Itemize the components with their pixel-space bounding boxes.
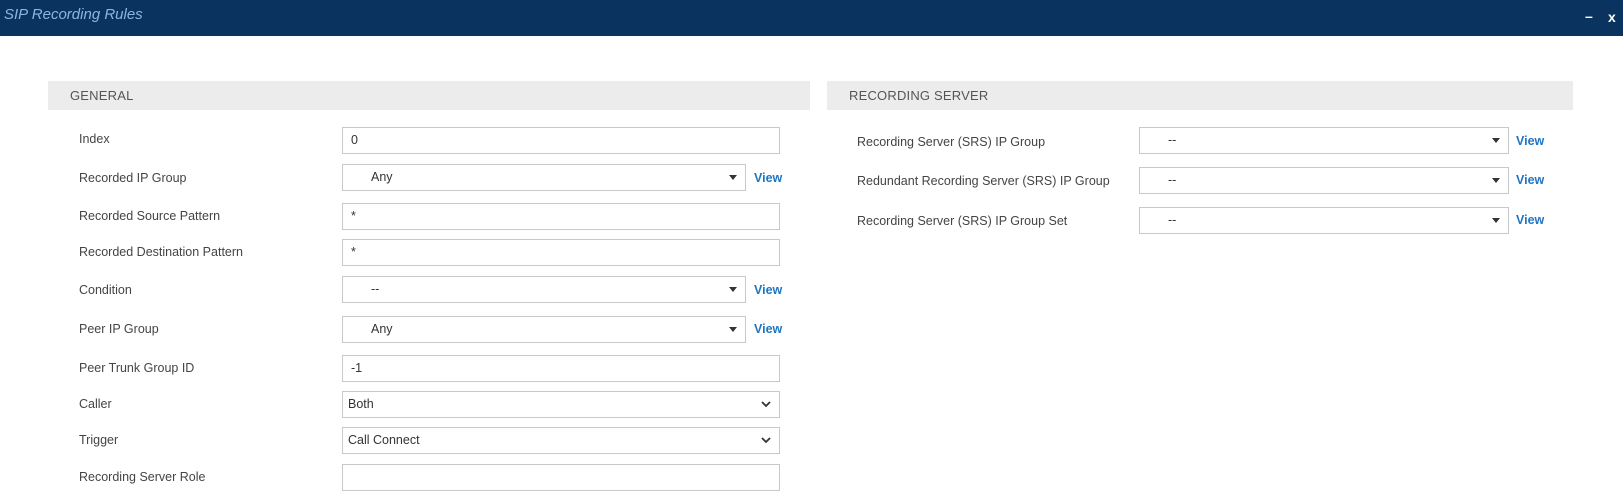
srs-ip-group-set-view-link[interactable]: View xyxy=(1516,213,1544,227)
minimize-button[interactable]: – xyxy=(1585,8,1593,24)
index-input[interactable]: 0 xyxy=(342,127,780,154)
peer-trunk-group-id-input[interactable]: -1 xyxy=(342,355,780,382)
general-section-header: GENERAL xyxy=(48,81,810,110)
condition-label: Condition xyxy=(79,283,132,297)
trigger-value: Call Connect xyxy=(348,433,420,447)
recorded-ip-group-value: Any xyxy=(371,170,393,184)
trigger-label: Trigger xyxy=(79,433,119,447)
recorded-source-pattern-value: * xyxy=(351,209,356,223)
peer-ip-group-label: Peer IP Group xyxy=(79,322,159,336)
window-titlebar: SIP Recording Rules – x xyxy=(0,0,1623,36)
caret-down-icon xyxy=(729,287,737,292)
caller-label: Caller xyxy=(79,397,112,411)
window-title: SIP Recording Rules xyxy=(4,6,143,23)
recorded-ip-group-view-link[interactable]: View xyxy=(754,171,782,185)
condition-dropdown[interactable]: -- xyxy=(342,276,746,303)
recorded-source-pattern-input[interactable]: * xyxy=(342,203,780,230)
srs-ip-group-label: Recording Server (SRS) IP Group xyxy=(857,135,1046,149)
chevron-down-icon xyxy=(761,401,771,408)
condition-view-link[interactable]: View xyxy=(754,283,782,297)
srs-ip-group-value: -- xyxy=(1168,133,1177,147)
caret-down-icon xyxy=(1492,178,1500,183)
redundant-srs-ip-group-value: -- xyxy=(1168,173,1177,187)
caller-select[interactable]: Both xyxy=(342,391,780,418)
recording-server-role-label: Recording Server Role xyxy=(79,470,206,484)
recording-server-section-header: RECORDING SERVER xyxy=(827,81,1573,110)
srs-ip-group-set-label: Recording Server (SRS) IP Group Set xyxy=(857,214,1068,228)
recorded-destination-pattern-input[interactable]: * xyxy=(342,239,780,266)
condition-value: -- xyxy=(371,282,380,296)
close-button[interactable]: x xyxy=(1608,9,1616,25)
caller-value: Both xyxy=(348,397,374,411)
caret-down-icon xyxy=(729,175,737,180)
srs-ip-group-set-value: -- xyxy=(1168,213,1177,227)
recorded-source-pattern-label: Recorded Source Pattern xyxy=(79,209,221,223)
peer-ip-group-value: Any xyxy=(371,322,393,336)
peer-ip-group-view-link[interactable]: View xyxy=(754,322,782,336)
redundant-srs-ip-group-view-link[interactable]: View xyxy=(1516,173,1544,187)
redundant-srs-ip-group-dropdown[interactable]: -- xyxy=(1139,167,1509,194)
peer-trunk-group-id-label: Peer Trunk Group ID xyxy=(79,361,195,375)
caret-down-icon xyxy=(1492,138,1500,143)
recorded-destination-pattern-value: * xyxy=(351,245,356,259)
caret-down-icon xyxy=(729,327,737,332)
redundant-srs-ip-group-label: Redundant Recording Server (SRS) IP Grou… xyxy=(857,174,1110,188)
peer-ip-group-dropdown[interactable]: Any xyxy=(342,316,746,343)
peer-trunk-group-id-value: -1 xyxy=(351,361,363,375)
srs-ip-group-view-link[interactable]: View xyxy=(1516,134,1544,148)
caret-down-icon xyxy=(1492,218,1500,223)
recorded-ip-group-label: Recorded IP Group xyxy=(79,171,187,185)
index-value: 0 xyxy=(351,133,358,147)
chevron-down-icon xyxy=(761,437,771,444)
index-label: Index xyxy=(79,132,110,146)
recorded-destination-pattern-label: Recorded Destination Pattern xyxy=(79,245,243,259)
trigger-select[interactable]: Call Connect xyxy=(342,427,780,454)
srs-ip-group-dropdown[interactable]: -- xyxy=(1139,127,1509,154)
recording-server-role-input[interactable] xyxy=(342,464,780,491)
recorded-ip-group-dropdown[interactable]: Any xyxy=(342,164,746,191)
srs-ip-group-set-dropdown[interactable]: -- xyxy=(1139,207,1509,234)
